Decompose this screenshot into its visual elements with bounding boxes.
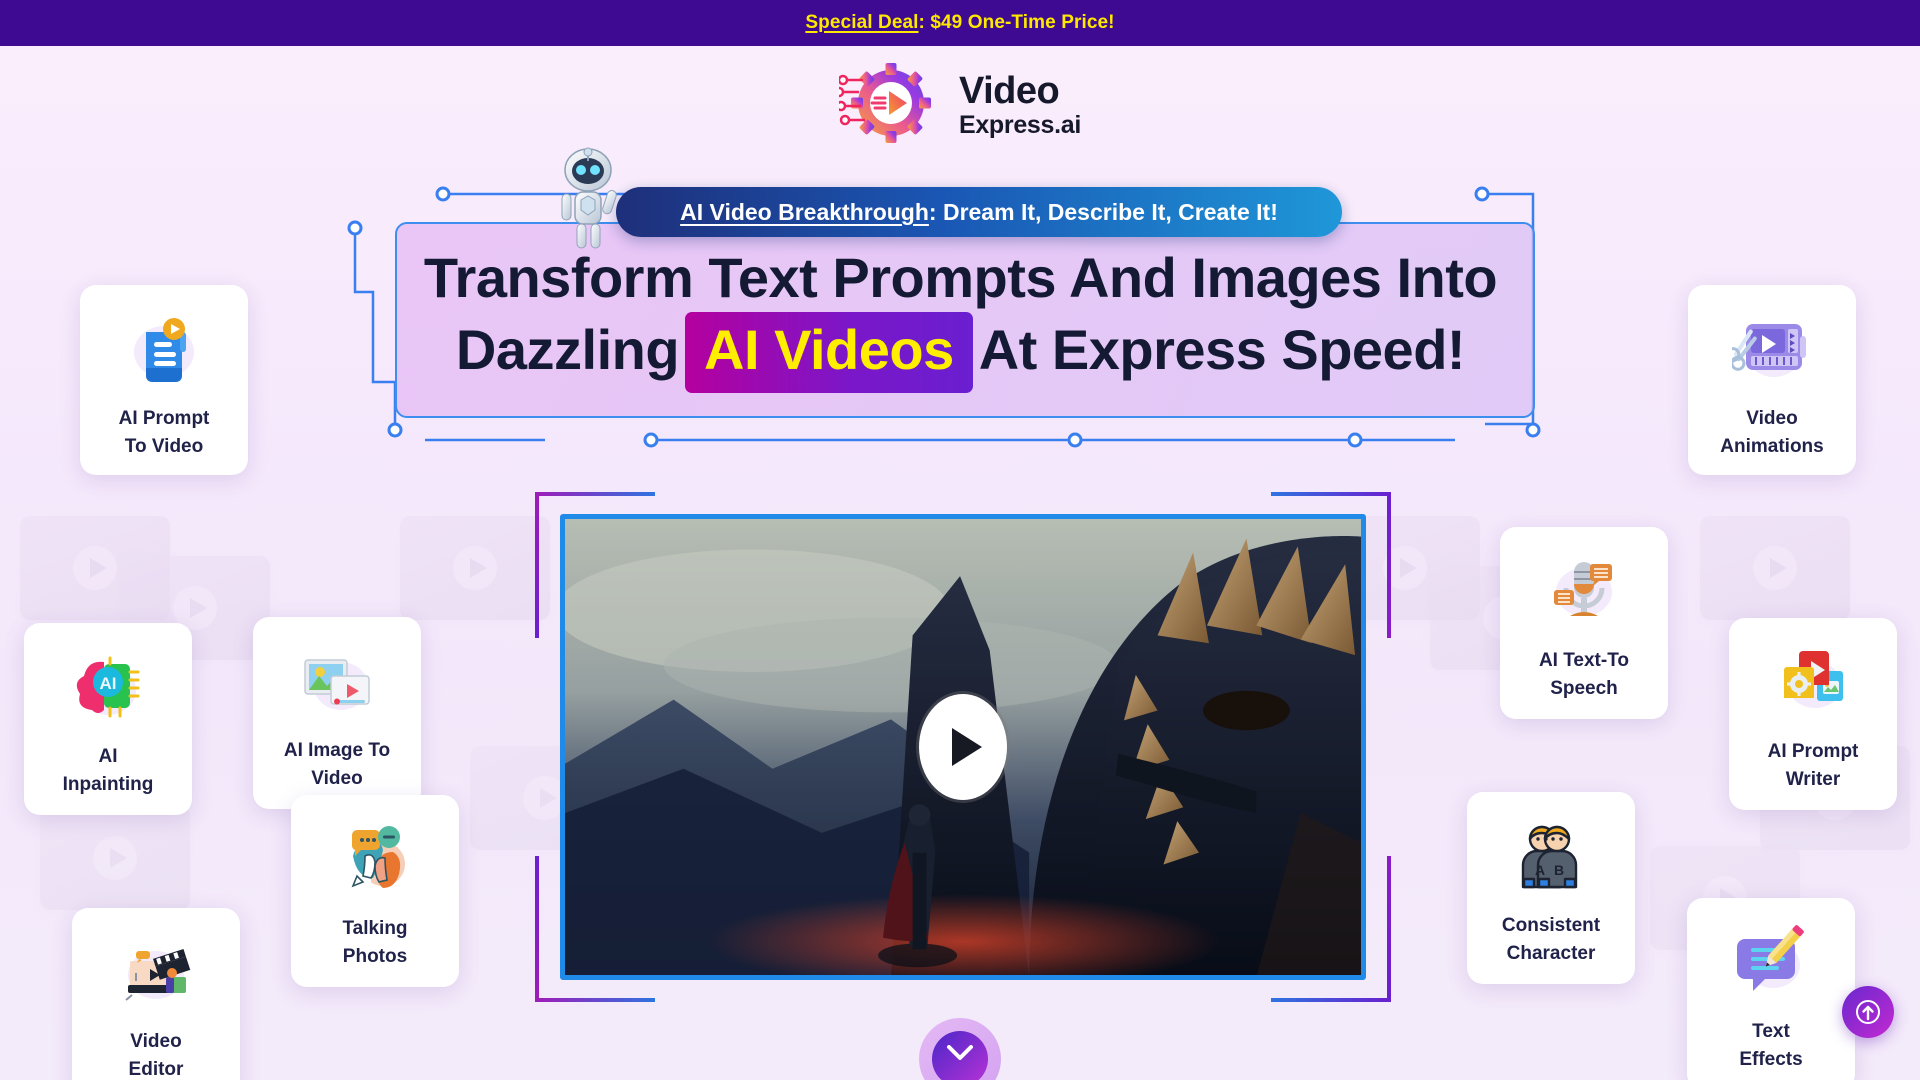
feature-card-video-editor[interactable]: Video Editor bbox=[72, 908, 240, 1080]
logo-line1: Video bbox=[958, 70, 1060, 112]
feature-card-label: Video Editor bbox=[129, 1028, 184, 1080]
document-play-icon bbox=[121, 307, 207, 393]
feature-card-ai-image-to-video[interactable]: AI Image To Video bbox=[253, 617, 421, 809]
video-scissors-icon bbox=[1729, 307, 1815, 393]
feature-card-ai-prompt-writer[interactable]: AI Prompt Writer bbox=[1729, 618, 1897, 810]
feature-card-label: Consistent Character bbox=[1502, 912, 1600, 967]
feature-card-consistent-character[interactable]: A B Consistent Character bbox=[1467, 792, 1635, 984]
talking-faces-icon bbox=[332, 817, 418, 903]
promo-rest: : $49 One-Time Price! bbox=[918, 12, 1115, 33]
video-player[interactable] bbox=[560, 514, 1366, 980]
feature-label-line2: Writer bbox=[1785, 768, 1841, 790]
feature-card-text-effects[interactable]: Text Effects bbox=[1687, 898, 1855, 1080]
play-triangle-icon bbox=[952, 728, 982, 766]
headline-pre: Dazzling bbox=[455, 318, 680, 382]
feature-card-talking-photos[interactable]: Talking Photos bbox=[291, 795, 459, 987]
svg-text:B: B bbox=[1554, 862, 1564, 878]
chevron-down-icon bbox=[947, 1045, 973, 1060]
bubble-pencil-icon bbox=[1728, 920, 1814, 1006]
brain-chip-ai-icon: AI bbox=[65, 645, 151, 731]
svg-text:A: A bbox=[1535, 862, 1545, 878]
feature-card-label: Video Animations bbox=[1720, 405, 1823, 460]
promo-bar[interactable]: Special Deal: $49 One-Time Price! bbox=[0, 0, 1920, 46]
feature-label-line2: Editor bbox=[128, 1058, 184, 1080]
accessibility-icon bbox=[1856, 1000, 1880, 1024]
play-button[interactable] bbox=[919, 694, 1007, 800]
feature-card-label: AI Prompt Writer bbox=[1768, 738, 1859, 793]
feature-label-line1: AI Prompt bbox=[1767, 741, 1859, 762]
feature-label-line1: Video bbox=[1746, 408, 1798, 429]
feature-label-line1: AI Prompt bbox=[118, 408, 210, 429]
feature-card-ai-text-to-speech[interactable]: AI Text-To Speech bbox=[1500, 527, 1668, 719]
hero-headline: Transform Text Prompts And Images Into D… bbox=[373, 244, 1548, 393]
feature-card-label: Talking Photos bbox=[342, 915, 407, 970]
feature-label-line1: Video bbox=[130, 1031, 182, 1052]
scroll-down-button[interactable] bbox=[932, 1031, 988, 1080]
feature-label-line1: AI Text-To bbox=[1538, 650, 1630, 671]
logo-line2: Express.ai bbox=[958, 111, 1082, 139]
headline-line-1: Transform Text Prompts And Images Into bbox=[423, 246, 1498, 309]
robot-mascot-icon bbox=[551, 140, 625, 252]
feature-card-ai-prompt-to-video[interactable]: AI Prompt To Video bbox=[80, 285, 248, 475]
feature-card-label: AI Inpainting bbox=[63, 743, 154, 798]
two-people-ab-icon: A B bbox=[1508, 814, 1594, 900]
feature-card-video-animations[interactable]: Video Animations bbox=[1688, 285, 1856, 475]
feature-label-line1: AI bbox=[98, 746, 118, 767]
promo-highlight: Special Deal bbox=[805, 12, 919, 33]
feature-label-line2: Inpainting bbox=[62, 773, 154, 795]
promo-text: Special Deal: $49 One-Time Price! bbox=[805, 12, 1114, 34]
feature-label-line1: Consistent bbox=[1501, 915, 1601, 936]
feature-card-label: Text Effects bbox=[1739, 1018, 1802, 1073]
feature-card-label: AI Text-To Speech bbox=[1539, 647, 1629, 702]
feature-label-line2: Photos bbox=[342, 945, 408, 967]
hero-ribbon-underlined: AI Video Breakthrough bbox=[680, 198, 929, 225]
hero-ribbon-rest: : Dream It, Describe It, Create It! bbox=[928, 198, 1278, 225]
image-video-icon bbox=[294, 639, 380, 725]
feature-label-line2: To Video bbox=[124, 435, 204, 457]
feature-label-line2: Character bbox=[1506, 942, 1596, 964]
headline-line-2: Dazzling AI Videos At Express Speed! bbox=[373, 312, 1548, 393]
microphone-speech-icon bbox=[1541, 549, 1627, 635]
feature-label-line2: Animations bbox=[1720, 435, 1824, 457]
feature-label-line1: Talking bbox=[342, 918, 408, 939]
logo-wordmark: Video Express.ai bbox=[959, 72, 1081, 138]
hero-ribbon-text: AI Video Breakthrough: Dream It, Describ… bbox=[680, 199, 1278, 226]
hero-section: AI Video Breakthrough: Dream It, Describ… bbox=[347, 147, 1548, 448]
feature-card-ai-inpainting[interactable]: AI AI Inpainting bbox=[24, 623, 192, 815]
feature-card-label: AI Image To Video bbox=[284, 737, 390, 792]
gear-play-circuit-logo-icon bbox=[833, 62, 945, 149]
site-logo[interactable]: Video Express.ai bbox=[0, 62, 1920, 148]
video-showcase bbox=[535, 492, 1391, 1002]
feature-label-line2: Effects bbox=[1739, 1048, 1803, 1070]
headline-post: At Express Speed! bbox=[978, 318, 1466, 382]
svg-text:AI: AI bbox=[100, 674, 117, 693]
feature-label-line1: Text bbox=[1752, 1021, 1790, 1042]
hero-ribbon: AI Video Breakthrough: Dream It, Describ… bbox=[616, 187, 1342, 237]
accessibility-widget-button[interactable] bbox=[1842, 986, 1894, 1038]
feature-label-line1: AI Image To bbox=[283, 740, 391, 761]
stacked-files-icon bbox=[1770, 640, 1856, 726]
feature-label-line2: Speech bbox=[1550, 677, 1618, 699]
clapperboard-editor-icon bbox=[113, 930, 199, 1016]
feature-label-line2: Video bbox=[311, 767, 363, 789]
feature-card-label: AI Prompt To Video bbox=[119, 405, 210, 460]
headline-chip: AI Videos bbox=[685, 312, 973, 393]
